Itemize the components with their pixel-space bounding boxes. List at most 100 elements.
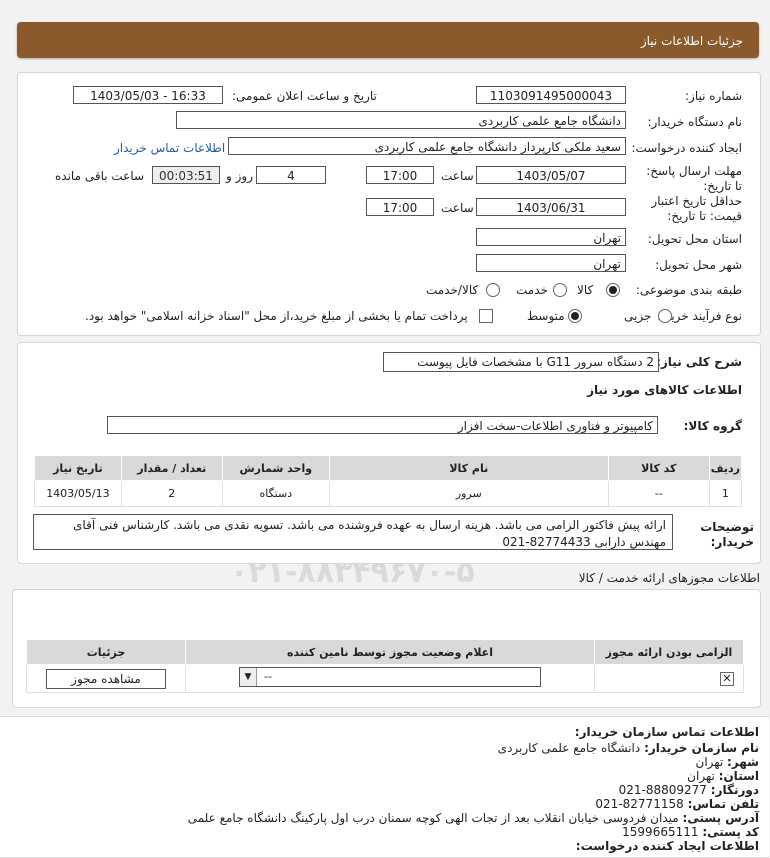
- treasury-payment-checkbox[interactable]: [479, 309, 493, 323]
- category-service-label: خدمت: [516, 283, 548, 297]
- contact-phone-value: 82771158-021: [595, 797, 684, 811]
- buyer-notes-field: ارائه پیش فاکتور الزامی می باشد. هزینه ا…: [33, 514, 673, 550]
- cell-unit: دستگاه: [221, 480, 330, 507]
- category-service-radio[interactable]: [553, 283, 567, 297]
- contact-city: شهر: تهران: [696, 755, 759, 769]
- page-title: جزئیات اطلاعات نیاز: [640, 34, 743, 48]
- permit-status-value: --: [264, 670, 272, 683]
- permit-status-select[interactable]: -- ▼: [239, 667, 541, 687]
- need-description-label: شرح کلی نیاز:: [656, 355, 742, 369]
- permit-col-status: اعلام وضعیت مجوز توسط نامین کننده: [185, 639, 595, 665]
- page-header: جزئیات اطلاعات نیاز: [17, 22, 759, 58]
- deadline-time-label: ساعت: [441, 169, 474, 183]
- cell-date: 1403/05/13: [34, 480, 122, 507]
- province-label: استان محل تحویل:: [647, 232, 742, 246]
- contact-postal-label: کد پستی:: [702, 825, 759, 839]
- contact-city-value: تهران: [695, 755, 724, 769]
- permit-required-checkbox: ✕: [720, 671, 734, 686]
- announce-label: تاریخ و ساعت اعلان عمومی:: [232, 89, 377, 103]
- contact-address-value: میدان فردوسی خیابان انقلاب بعد از تجات ا…: [187, 811, 679, 825]
- deadline-date-field: 1403/05/07: [476, 166, 626, 184]
- contact-phone: تلفن تماس: 82771158-021: [595, 797, 759, 811]
- remaining-label: ساعت باقی مانده: [55, 169, 145, 183]
- city-field: تهران: [476, 254, 626, 272]
- contact-fax-value: 88809277-021: [618, 783, 707, 797]
- cell-name: سرور: [328, 480, 609, 507]
- contact-fax-label: دورنگار:: [710, 783, 759, 797]
- buyer-contact-link[interactable]: اطلاعات تماس خریدار: [114, 141, 225, 155]
- creator-field: سعید ملکی کارپرداز دانشگاه جامع علمی کار…: [228, 137, 626, 155]
- days-field: 4: [256, 166, 326, 184]
- permits-table: الزامی بودن ارائه مجوز اعلام وضعیت مجوز …: [26, 639, 744, 693]
- buyer-notes-label: توضیحات خریدار:: [700, 520, 754, 549]
- goods-table: ردیف کد کالا نام کالا واحد شمارش تعداد /…: [34, 455, 743, 507]
- buyer-contact-panel: اطلاعات تماس سازمان خریدار: نام سازمان خ…: [0, 716, 769, 858]
- permit-col-details: جزئیات: [26, 639, 186, 665]
- col-name: نام کالا: [328, 455, 609, 481]
- buyer-org-label: نام دستگاه خریدار:: [647, 115, 743, 129]
- contact-org-label: نام سازمان خریدار:: [644, 741, 759, 755]
- cell-code: --: [607, 480, 710, 507]
- contact-province-label: استان:: [718, 769, 759, 783]
- table-row: ✕ -- ▼ مشاهده مجوز: [26, 664, 744, 693]
- col-row: ردیف: [708, 455, 743, 481]
- contact-org: نام سازمان خریدار: دانشگاه جامع علمی کار…: [498, 741, 759, 755]
- cell-qty: 2: [120, 480, 223, 507]
- contact-city-label: شهر:: [727, 755, 759, 769]
- process-medium-radio[interactable]: [568, 309, 582, 323]
- contact-fax: دورنگار: 88809277-021: [619, 783, 759, 797]
- permits-table-header: الزامی بودن ارائه مجوز اعلام وضعیت مجوز …: [26, 639, 744, 665]
- contact-title: اطلاعات تماس سازمان خریدار:: [574, 725, 759, 739]
- deadline-time-field: 17:00: [366, 166, 434, 184]
- process-partial-radio[interactable]: [658, 309, 672, 323]
- contact-phone-label: تلفن تماس:: [687, 797, 759, 811]
- col-date: تاریخ نیاز: [34, 455, 122, 481]
- price-valid-time-field: 17:00: [366, 198, 434, 216]
- goods-info-title: اطلاعات کالاهای مورد نیاز: [587, 383, 742, 397]
- category-both-radio[interactable]: [486, 283, 500, 297]
- contact-postal-value: 1599665111: [622, 825, 699, 839]
- category-both-label: کالا/خدمت: [426, 283, 479, 297]
- contact-postal: کد پستی: 1599665111: [622, 825, 759, 839]
- treasury-payment-note: پرداخت تمام یا بخشی از مبلغ خرید،از محل …: [85, 309, 468, 323]
- need-description-field: 2 دستگاه سرور G11 با مشخصات فایل پیوست: [383, 352, 659, 372]
- dropdown-arrow-icon: ▼: [240, 668, 257, 686]
- province-field: تهران: [476, 228, 626, 246]
- days-label: روز و: [226, 169, 253, 183]
- goods-table-header: ردیف کد کالا نام کالا واحد شمارش تعداد /…: [34, 455, 743, 481]
- goods-group-label: گروه کالا:: [683, 419, 742, 433]
- price-valid-time-label: ساعت: [441, 201, 474, 215]
- col-unit: واحد شمارش: [221, 455, 330, 481]
- process-medium-label: متوسط: [527, 309, 565, 323]
- permit-col-required: الزامی بودن ارائه مجوز: [594, 639, 744, 665]
- contact-province-value: تهران: [687, 769, 715, 783]
- permit-details-cell: مشاهده مجوز: [26, 664, 186, 693]
- contact-address-label: آدرس پستی:: [682, 811, 759, 825]
- need-number-field: 1103091495000043: [476, 86, 626, 104]
- cell-row: 1: [708, 480, 743, 507]
- city-label: شهر محل تحویل:: [655, 258, 742, 272]
- permit-required-cell: ✕: [594, 664, 744, 693]
- price-valid-date-field: 1403/06/31: [476, 198, 626, 216]
- col-code: کد کالا: [607, 455, 710, 481]
- goods-group-field: کامپیوتر و فناوری اطلاعات-سخت افزار: [107, 416, 658, 434]
- process-partial-label: جزیی: [624, 309, 652, 323]
- col-qty: تعداد / مقدار: [120, 455, 223, 481]
- creator-label: ایجاد کننده درخواست:: [631, 141, 742, 155]
- table-row: 1 -- سرور دستگاه 2 1403/05/13: [34, 480, 743, 507]
- remaining-time-field: 00:03:51: [152, 166, 220, 184]
- category-goods-label: کالا: [577, 283, 594, 297]
- category-label: طبقه بندی موضوعی:: [635, 283, 742, 297]
- buyer-org-field: دانشگاه جامع علمی کاربردی: [176, 111, 626, 129]
- deadline-label: مهلت ارسال پاسخ: تا تاریخ:: [646, 164, 742, 193]
- contact-org-value: دانشگاه جامع علمی کاربردی: [497, 741, 641, 755]
- contact-creator-title: اطلاعات ایجاد کننده درخواست:: [575, 839, 759, 853]
- view-permit-button[interactable]: مشاهده مجوز: [46, 668, 166, 689]
- need-number-label: شماره نیاز:: [685, 89, 742, 103]
- contact-address: آدرس پستی: میدان فردوسی خیابان انقلاب بع…: [188, 811, 759, 825]
- category-goods-radio[interactable]: [606, 283, 620, 297]
- announce-field: 1403/05/03 - 16:33: [73, 86, 223, 104]
- permit-status-cell: -- ▼: [185, 664, 595, 693]
- price-valid-label: حداقل تاریخ اعتبار قیمت: تا تاریخ:: [651, 194, 742, 223]
- contact-province: استان: تهران: [687, 769, 759, 783]
